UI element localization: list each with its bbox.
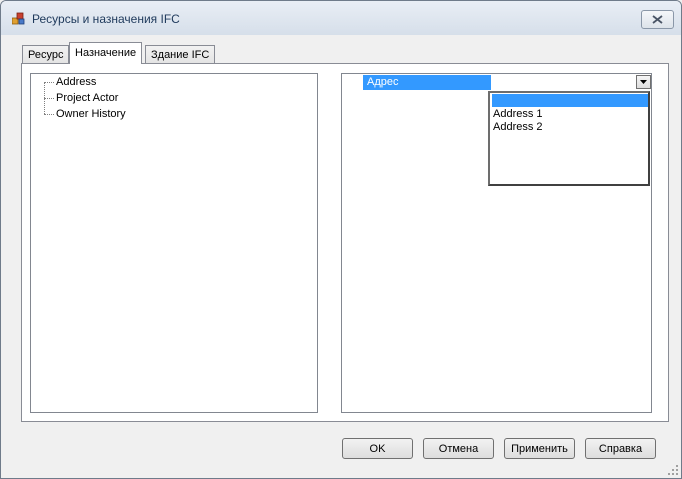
dropdown-option-address-1[interactable]: Address 1 [492,108,543,121]
cancel-button[interactable]: Отмена [423,438,494,459]
app-icon [11,12,26,26]
title-bar[interactable]: Ресурсы и назначения IFC [1,1,681,35]
tab-assignment[interactable]: Назначение [69,42,143,64]
tree-connector [44,82,54,83]
dropdown-button[interactable] [636,75,651,89]
tab-ifc-building[interactable]: Здание IFC [145,45,216,64]
tree-item-project-actor[interactable]: Project Actor [56,90,118,106]
ok-button[interactable]: OK [342,438,413,459]
help-button[interactable]: Справка [585,438,656,459]
tree-item-owner-history[interactable]: Owner History [56,106,126,122]
property-grid: Адрес Address 1 Address 2 [341,73,652,413]
close-button[interactable] [641,10,674,29]
window-title: Ресурсы и назначения IFC [32,12,180,26]
dropdown-option-address-2[interactable]: Address 2 [492,121,543,134]
dialog-body: Ресурс Назначение Здание IFC Address Pro… [9,35,673,470]
tree-item-address[interactable]: Address [56,74,96,90]
tree-connector [44,98,54,99]
tab-resource[interactable]: Ресурс [22,45,70,64]
dropdown-list: Address 1 Address 2 [488,91,650,186]
apply-button[interactable]: Применить [504,438,575,459]
dialog-window: Ресурсы и назначения IFC Ресурс Назначен… [0,0,682,479]
grid-row-value[interactable] [491,75,650,90]
close-icon [652,15,663,24]
grid-row-label-address[interactable]: Адрес [363,75,491,90]
tab-panel-assignment: Address Project Actor Owner History Адре… [21,63,669,422]
resize-grip-icon[interactable] [668,465,679,476]
tree-connector [44,114,54,115]
resource-tree[interactable]: Address Project Actor Owner History [30,73,318,413]
chevron-down-icon [640,80,647,84]
dropdown-option-empty[interactable] [492,94,648,107]
